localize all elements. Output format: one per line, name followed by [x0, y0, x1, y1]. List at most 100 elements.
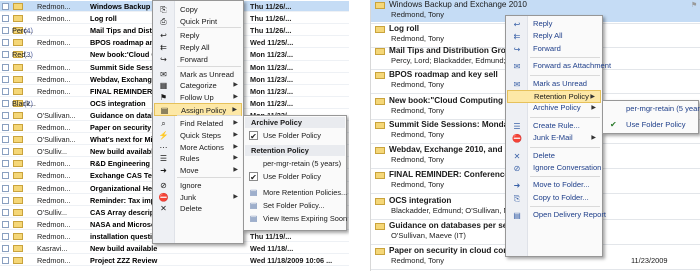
menu-separator — [530, 176, 600, 178]
row-date: Thu 11/26/... — [250, 2, 292, 11]
conversation-sender: Redmond, Tony — [391, 34, 445, 43]
menu-item-quick-print[interactable]: ⎙ Quick Print — [154, 15, 242, 28]
menu-item-copy-to-folder[interactable]: ⎘ Copy to Folder... — [507, 192, 601, 205]
retention-policy-header: Retention Policy — [245, 145, 345, 156]
envelope-icon — [13, 3, 23, 10]
checkmark-icon: ✔ — [610, 120, 617, 129]
row-checkbox[interactable] — [2, 245, 9, 252]
row-checkbox[interactable] — [2, 51, 9, 59]
envelope-icon — [375, 122, 385, 129]
row-date: Mon 11/23/... — [250, 74, 293, 84]
envelope-icon — [13, 111, 23, 119]
row-checkbox[interactable] — [2, 257, 9, 265]
row-checkbox[interactable] — [2, 136, 9, 144]
conversation-title: Mail Tips and Distribution Gro — [389, 46, 506, 55]
menu-item-archive-policy[interactable]: Archive Policy ▶ — [507, 102, 601, 115]
row-from: O'Sullivan... — [37, 110, 76, 120]
row-checkbox[interactable] — [2, 124, 9, 131]
more-actions-icon: ⋯ — [159, 142, 168, 152]
menu-item-move-to-folder[interactable]: ➜ Move to Folder... — [507, 179, 601, 192]
menu-separator — [530, 74, 600, 76]
menu-item-junk-e-mail[interactable]: ⛔ Junk E-Mail ▶ — [507, 132, 601, 145]
menu-item-create-rule[interactable]: ☰ Create Rule... — [507, 120, 601, 133]
retention-item-3[interactable]: ▤ Set Folder Policy... — [245, 199, 345, 212]
row-checkbox[interactable] — [2, 39, 9, 47]
menu-item-assign-policy[interactable]: ▤ Assign Policy ▶ — [154, 102, 242, 116]
envelope-icon — [375, 26, 385, 33]
retention-item-1[interactable]: ✔ Use Folder Policy — [604, 118, 697, 131]
retention-item-2[interactable]: ▤ More Retention Policies... — [245, 186, 348, 199]
create-rule-icon: ☰ — [513, 121, 521, 131]
row-checkbox[interactable] — [2, 75, 9, 83]
retention-item-4[interactable]: ▤ View Items Expiring Soon — [245, 212, 348, 225]
envelope-icon — [13, 148, 23, 156]
forward-icon: ↪ — [160, 54, 167, 64]
menu-item-forward[interactable]: ↪ Forward — [507, 43, 601, 56]
menu-item-delete[interactable]: ✕ Delete — [507, 150, 601, 163]
menu-separator — [530, 206, 600, 208]
conversation-title: OCS integration — [389, 196, 452, 205]
row-checkbox[interactable] — [2, 27, 9, 35]
envelope-icon — [13, 220, 23, 228]
menu-item-label: Open Delivery Report — [533, 210, 607, 220]
conversation-sender: Blackadder, Edmund; O'Sullivan, M — [391, 206, 510, 215]
menu-item-forward[interactable]: ↪ Forward — [154, 53, 242, 66]
row-checkbox[interactable] — [2, 111, 9, 119]
table-row[interactable]: Redmon... Project ZZZ Review Wed 11/18/200… — [0, 255, 349, 267]
menu-item-open-delivery-report[interactable]: ▤ Open Delivery Report — [507, 209, 606, 222]
row-subject: New build available — [90, 244, 158, 253]
row-checkbox[interactable] — [2, 184, 9, 192]
menu-item-delete[interactable]: ✕ Delete — [154, 202, 242, 215]
row-checkbox[interactable] — [2, 15, 9, 23]
menu-item-move[interactable]: ➜ Move ▶ — [154, 164, 242, 177]
menu-item-mark-as-unread[interactable]: ✉ Mark as Unread — [507, 78, 601, 91]
row-checkbox[interactable] — [2, 99, 9, 107]
row-checkbox[interactable] — [2, 196, 9, 204]
menu-item-forward-as-attachment[interactable]: ✉ Forward as Attachment — [507, 60, 611, 73]
reply-icon: ↩ — [160, 31, 167, 41]
row-checkbox[interactable] — [2, 63, 9, 71]
envelope-icon — [375, 72, 385, 79]
conversation-title: FINAL REMINDER: Conference — [389, 170, 509, 179]
reply-all-icon: ⇇ — [160, 43, 167, 53]
find-related-icon: ⌕ — [161, 119, 166, 129]
envelope-icon — [13, 232, 23, 240]
menu-item-label: View Items Expiring Soon — [263, 214, 348, 223]
table-row[interactable]: Kasravi... New build available Wed 11/18/.… — [0, 243, 349, 255]
retention-item-0[interactable]: per-mgr-retain (5 years) — [245, 157, 345, 170]
retention-item-0[interactable]: per-mgr-retain (5 years) — [604, 102, 700, 115]
checkmark-icon: ✔ — [249, 131, 258, 141]
row-checkbox[interactable] — [2, 87, 9, 95]
menu-item-label: Use Folder Policy — [263, 172, 321, 181]
row-checkbox[interactable] — [2, 232, 9, 240]
expiring-icon: ▤ — [249, 214, 258, 223]
envelope-icon: ✉ — [513, 79, 521, 89]
menu-item-label: Use Folder Policy — [263, 131, 321, 140]
row-checkbox[interactable] — [2, 148, 9, 156]
envelope-icon — [13, 184, 23, 192]
printer-icon: ⎙ — [160, 16, 167, 26]
ignore-icon: ⊘ — [513, 164, 521, 173]
retention-item-1[interactable]: ✔ Use Folder Policy — [245, 170, 345, 183]
menu-separator — [530, 116, 600, 118]
menu-item-ignore-conversation[interactable]: ⊘ Ignore Conversation — [507, 162, 602, 175]
row-checkbox[interactable] — [2, 3, 9, 10]
more-policies-icon: ▤ — [249, 188, 258, 197]
envelope-icon — [13, 257, 23, 265]
menu-item-reply-all[interactable]: ⇇ Reply All — [507, 30, 601, 43]
row-from: Redmon... — [37, 62, 71, 72]
row-checkbox[interactable] — [2, 220, 9, 228]
row-date: Mon 11/23/... — [250, 50, 293, 60]
row-date: Wed 11/18/... — [250, 244, 294, 253]
menu-item-label: Delete — [180, 204, 202, 214]
menu-item-retention-policy[interactable]: Retention Policy ▶ — [507, 90, 601, 103]
row-from: Redmon... — [37, 2, 71, 11]
flag-icon[interactable]: ⚑ — [691, 1, 697, 9]
archive-use-folder-policy[interactable]: ✔ Use Folder Policy — [245, 129, 345, 142]
conversation-date: 11/23/2009 — [631, 256, 668, 265]
row-checkbox[interactable] — [2, 208, 9, 216]
menu-item-label: Mark as Unread — [533, 78, 588, 88]
menu-item-reply[interactable]: ↩ Reply — [507, 18, 601, 31]
row-checkbox[interactable] — [2, 172, 9, 180]
row-checkbox[interactable] — [2, 160, 9, 168]
